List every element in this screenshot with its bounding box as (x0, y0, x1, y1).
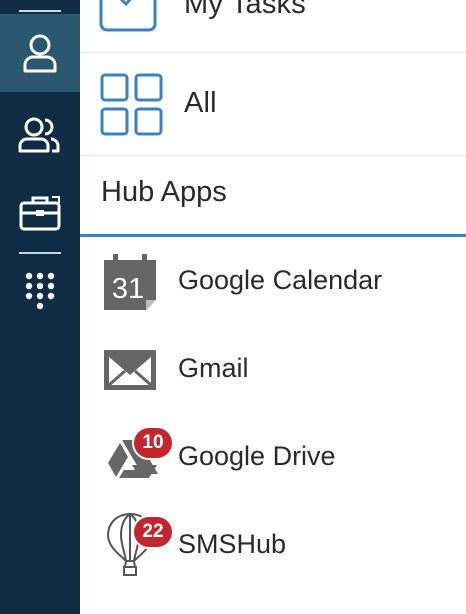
calendar-icon-date: 31 (112, 273, 144, 305)
rail-item-team[interactable] (0, 96, 80, 174)
grid-icon (100, 73, 163, 136)
nav-item-my-tasks[interactable]: My Tasks (80, 0, 466, 53)
nav-label-all: All (184, 87, 217, 119)
rail-item-work[interactable] (0, 174, 80, 252)
nav-label-my-tasks: My Tasks (184, 0, 306, 20)
person-icon (23, 34, 57, 73)
main-panel: My Tasks All Hub Apps 31 Google Calendar (80, 0, 466, 614)
app-item-gmail[interactable]: Gmail (80, 326, 466, 414)
app-label: Gmail (178, 353, 249, 383)
section-title: Hub Apps (101, 176, 227, 208)
rail-item-profile[interactable] (0, 14, 80, 92)
checkbox-icon (99, 0, 157, 32)
notification-badge: 10 (134, 428, 172, 458)
section-header-hub-apps: Hub Apps (80, 156, 466, 237)
app-label: SMSHub (178, 529, 287, 559)
app-item-smshub[interactable]: 22 SMSHub (80, 502, 466, 590)
app-label: Google Calendar (178, 265, 383, 295)
nav-item-all[interactable]: All (80, 53, 466, 156)
app-item-google-calendar[interactable]: 31 Google Calendar (80, 238, 466, 326)
app-item-google-drive[interactable]: 10 Google Drive (80, 414, 466, 502)
briefcase-icon (19, 196, 61, 231)
people-icon (18, 117, 60, 153)
left-rail (0, 0, 80, 614)
app-label: Google Drive (178, 441, 336, 471)
calendar-icon: 31 (104, 254, 156, 310)
rail-divider (19, 10, 61, 12)
rail-item-dialpad[interactable] (0, 254, 80, 332)
mail-icon (104, 350, 156, 390)
notification-badge: 22 (134, 517, 172, 547)
dialpad-icon (25, 272, 55, 310)
